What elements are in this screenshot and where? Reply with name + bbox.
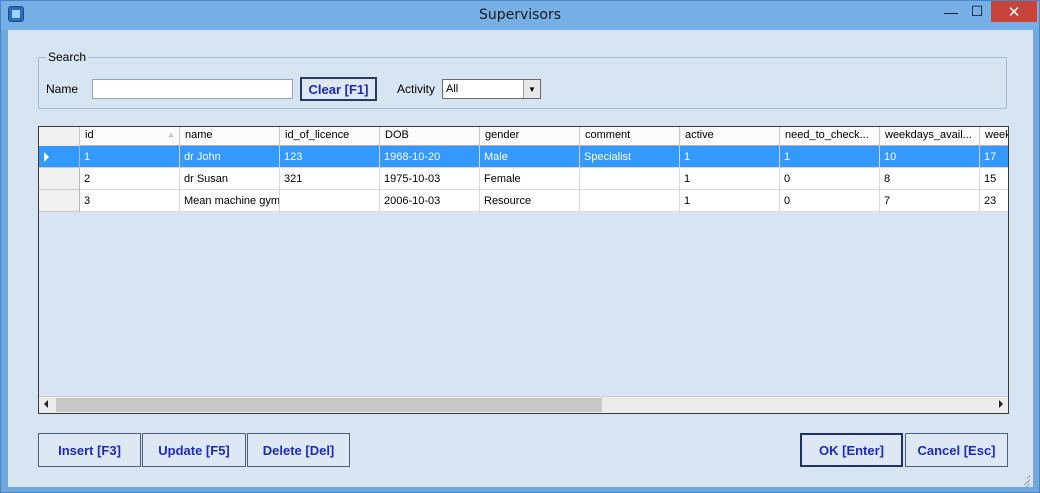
dialog-client-area: Search Name Clear [F1] Activity All ▼ id… <box>8 30 1033 493</box>
activity-label: Activity <box>397 82 436 96</box>
column-header-label: weekdays_avail... <box>885 129 972 141</box>
table-cell[interactable]: 123 <box>280 146 380 168</box>
table-cell[interactable]: 0 <box>780 190 880 212</box>
window: Supervisors — ☐ ✕ Search Name Clear [F1]… <box>0 0 1040 493</box>
column-header-label: gender <box>485 129 520 141</box>
table-cell[interactable]: 1 <box>80 146 180 168</box>
column-header[interactable]: name <box>180 127 280 146</box>
table-cell[interactable]: dr John <box>180 146 280 168</box>
column-header[interactable]: id_of_licence <box>280 127 380 146</box>
name-search-input[interactable] <box>92 79 293 99</box>
table-row[interactable]: 1 dr John 123 1968-10-20 Male Specialist 1 1 10 1… <box>39 146 1008 168</box>
table-cell[interactable]: 8 <box>880 168 980 190</box>
table-cell[interactable]: 1 <box>680 168 780 190</box>
activity-select[interactable]: All ▼ <box>442 79 541 99</box>
table-cell[interactable] <box>580 190 680 212</box>
table-cell[interactable]: 23 <box>980 190 1008 212</box>
table-cell[interactable]: 0 <box>780 168 880 190</box>
table-cell[interactable]: 2 <box>80 168 180 190</box>
close-button[interactable]: ✕ <box>991 1 1037 22</box>
chevron-down-icon[interactable]: ▼ <box>523 80 540 98</box>
insert-button[interactable]: Insert [F3] <box>38 433 141 467</box>
table-cell[interactable]: 3 <box>80 190 180 212</box>
table-cell[interactable]: Specialist <box>580 146 680 168</box>
table-cell[interactable]: Male <box>480 146 580 168</box>
maximize-button[interactable]: ☐ <box>964 1 990 22</box>
sort-ascending-icon: ▵ <box>168 130 173 139</box>
minimize-button[interactable]: — <box>938 1 964 22</box>
column-header-label: DOB <box>385 129 409 141</box>
title-bar[interactable]: Supervisors — ☐ ✕ <box>1 1 1039 30</box>
horizontal-scrollbar[interactable] <box>39 396 1008 413</box>
table-row[interactable]: 2 dr Susan 321 1975-10-03 Female 1 0 8 15 <box>39 168 1008 190</box>
name-label: Name <box>46 82 79 96</box>
column-header-label: week <box>985 129 1009 141</box>
column-header-label: id <box>85 129 94 141</box>
column-header[interactable]: DOB <box>380 127 480 146</box>
column-header[interactable]: id ▵ <box>80 127 180 146</box>
column-header-label: comment <box>585 129 631 141</box>
activity-selected-value: All <box>446 83 459 95</box>
supervisors-grid[interactable]: id ▵ name id_of_licence DOB gender comment acti… <box>38 126 1009 414</box>
scroll-right-icon[interactable] <box>999 400 1003 408</box>
cancel-button[interactable]: Cancel [Esc] <box>905 433 1008 467</box>
column-header-label: name <box>185 129 213 141</box>
table-cell[interactable]: 1 <box>680 146 780 168</box>
table-cell[interactable]: Resource <box>480 190 580 212</box>
table-cell[interactable]: dr Susan <box>180 168 280 190</box>
table-cell[interactable] <box>580 168 680 190</box>
table-cell[interactable]: 321 <box>280 168 380 190</box>
ok-button[interactable]: OK [Enter] <box>800 433 903 467</box>
clear-button[interactable]: Clear [F1] <box>300 77 377 101</box>
column-header-label: id_of_licence <box>285 129 350 141</box>
table-cell[interactable] <box>280 190 380 212</box>
delete-button[interactable]: Delete [Del] <box>247 433 350 467</box>
row-header[interactable] <box>39 146 80 168</box>
grid-corner[interactable] <box>39 127 80 146</box>
column-header[interactable]: week <box>980 127 1009 146</box>
column-header[interactable]: gender <box>480 127 580 146</box>
window-title: Supervisors <box>478 7 562 23</box>
row-header[interactable] <box>39 190 80 212</box>
column-header[interactable]: active <box>680 127 780 146</box>
table-cell[interactable]: 1 <box>780 146 880 168</box>
column-header[interactable]: need_to_check... <box>780 127 880 146</box>
table-cell[interactable]: 15 <box>980 168 1008 190</box>
search-legend: Search <box>46 50 89 64</box>
row-pointer-icon <box>44 152 49 162</box>
table-cell[interactable]: 2006-10-03 <box>380 190 480 212</box>
column-header-label: active <box>685 129 714 141</box>
table-cell[interactable]: 10 <box>880 146 980 168</box>
scroll-left-icon[interactable] <box>44 400 48 408</box>
table-cell[interactable]: 1975-10-03 <box>380 168 480 190</box>
column-header[interactable]: weekdays_avail... <box>880 127 980 146</box>
table-cell[interactable]: 1 <box>680 190 780 212</box>
resize-grip-icon[interactable] <box>1020 474 1031 493</box>
row-header[interactable] <box>39 168 80 190</box>
table-cell[interactable]: 1968-10-20 <box>380 146 480 168</box>
scrollbar-thumb[interactable] <box>56 398 602 412</box>
column-header[interactable]: comment <box>580 127 680 146</box>
table-row[interactable]: 3 Mean machine gym 2006-10-03 Resource 1 0 7 23 <box>39 190 1008 212</box>
grid-header: id ▵ name id_of_licence DOB gender comment acti… <box>39 127 1009 146</box>
update-button[interactable]: Update [F5] <box>142 433 246 467</box>
table-cell[interactable]: Mean machine gym <box>180 190 280 212</box>
column-header-label: need_to_check... <box>785 129 869 141</box>
table-cell[interactable]: Female <box>480 168 580 190</box>
table-cell[interactable]: 7 <box>880 190 980 212</box>
table-cell[interactable]: 17 <box>980 146 1008 168</box>
